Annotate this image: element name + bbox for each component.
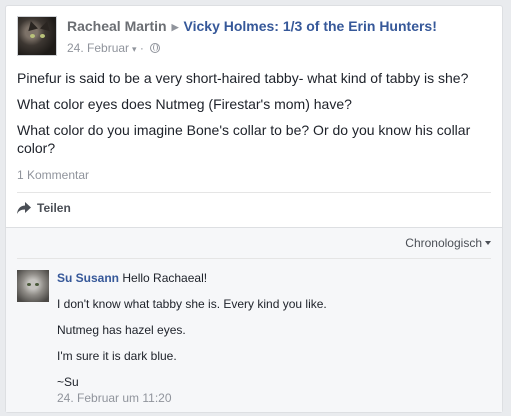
post-paragraph: Pinefur is said to be a very short-haire… [17, 70, 469, 86]
comment-text: Hello Rachaeal! [122, 271, 208, 285]
post-names: Racheal Martin ▶ Vicky Holmes: 1/3 of the … [67, 18, 437, 34]
comment-line: Nutmeg has hazel eyes. [57, 323, 186, 337]
comment-line: I don't know what tabby she is. Every ki… [57, 297, 327, 311]
avatar-ear [26, 19, 38, 32]
avatar-eye [30, 34, 35, 38]
post-card: Racheal Martin ▶ Vicky Holmes: 1/3 of the … [5, 5, 503, 413]
post-date[interactable]: 24. Februar [67, 41, 129, 55]
comment-first-line: Su Susann Hello Rachaeal! [57, 270, 487, 286]
post-paragraph: What color eyes does Nutmeg (Firestar's … [17, 96, 352, 112]
globe-icon[interactable] [150, 43, 161, 53]
share-label: Teilen [37, 201, 71, 215]
avatar-eye [40, 34, 45, 38]
comment-line: ~Su [57, 375, 79, 389]
comment-count[interactable]: 1 Kommentar [17, 168, 89, 182]
comment: Su Susann Hello Rachaeal! I don't know w… [57, 270, 487, 406]
post-meta: 24. Februar ▾ · [67, 41, 161, 55]
author-name[interactable]: Racheal Martin [67, 18, 167, 34]
group-name[interactable]: Vicky Holmes: 1/3 of the Erin Hunters! [184, 18, 437, 34]
sort-dropdown[interactable]: Chronologisch [405, 236, 491, 250]
post-header: Racheal Martin ▶ Vicky Holmes: 1/3 of the … [17, 16, 493, 58]
avatar-eye [35, 283, 39, 286]
share-button[interactable]: Teilen [17, 199, 71, 217]
post-paragraph: What color do you imagine Bone's collar … [17, 122, 471, 156]
comments-section: Chronologisch Su Susann Hello Rachaeal! … [6, 227, 502, 412]
comment-timestamp[interactable]: 24. Februar um 11:20 [57, 390, 487, 406]
sort-label: Chronologisch [405, 236, 482, 250]
divider [17, 192, 491, 193]
chevron-down-icon[interactable]: ▾ [132, 44, 137, 54]
separator-dot: · [139, 41, 144, 55]
caret-down-icon [485, 241, 491, 245]
divider [17, 258, 491, 259]
commenter-name[interactable]: Su Susann [57, 271, 119, 285]
triangle-right-icon: ▶ [171, 22, 179, 32]
share-arrow-icon [17, 202, 31, 214]
post-body: Pinefur is said to be a very short-haire… [17, 69, 495, 165]
author-avatar[interactable] [17, 16, 57, 56]
avatar-eye [27, 283, 31, 286]
comment-line: I'm sure it is dark blue. [57, 349, 177, 363]
avatar-ear [40, 19, 52, 32]
commenter-avatar[interactable] [17, 270, 49, 302]
